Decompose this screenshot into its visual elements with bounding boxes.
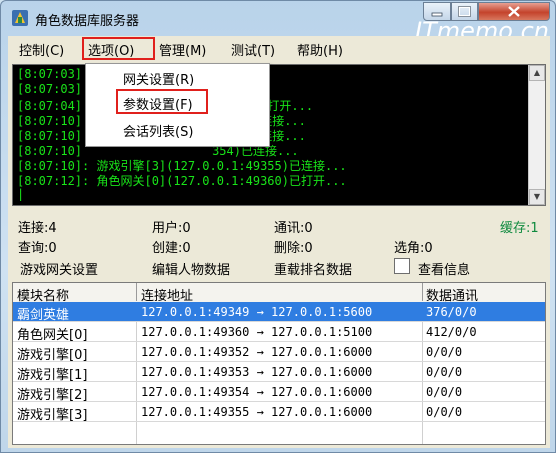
cell-address: 127.0.0.1:49349 → 127.0.0.1:5600 bbox=[141, 305, 373, 319]
menu-manage[interactable]: 管理(M) bbox=[159, 40, 206, 59]
chevron-up-icon: ▲ bbox=[533, 68, 541, 77]
cell-module: 霸剑英雄 bbox=[17, 308, 70, 323]
cell-module: 游戏引擎[3] bbox=[17, 408, 88, 423]
cell-address: 127.0.0.1:49355 → 127.0.0.1:6000 bbox=[141, 405, 373, 419]
log-line: [8:07:03] bbox=[17, 82, 83, 96]
cell-address: 127.0.0.1:49352 → 127.0.0.1:6000 bbox=[141, 345, 373, 359]
reload-ranking-button[interactable]: 重载排名数据 bbox=[274, 259, 352, 278]
view-info-label: 查看信息 bbox=[418, 263, 471, 278]
cell-address: 127.0.0.1:49354 → 127.0.0.1:6000 bbox=[141, 385, 373, 399]
menu-item-session-list[interactable]: 会话列表(S) bbox=[123, 121, 193, 140]
menu-help[interactable]: 帮助(H) bbox=[297, 40, 343, 59]
cell-address: 127.0.0.1:49353 → 127.0.0.1:6000 bbox=[141, 365, 373, 379]
parameter-settings-highlight bbox=[116, 89, 208, 114]
scroll-up-button[interactable]: ▲ bbox=[529, 65, 545, 81]
cell-module: 角色网关[0] bbox=[17, 328, 88, 343]
menu-control[interactable]: 控制(C) bbox=[19, 40, 64, 59]
app-icon bbox=[12, 10, 28, 26]
cell-module: 游戏引擎[1] bbox=[17, 368, 88, 383]
options-dropdown-menu: 网关设置(R) 参数设置(F) 会话列表(S) bbox=[85, 63, 270, 147]
title-bar[interactable]: 角色数据库服务器 ITmemo.cn bbox=[1, 1, 555, 45]
table-row[interactable]: 游戏引擎[3] 127.0.0.1:49355 → 127.0.0.1:6000… bbox=[13, 402, 545, 423]
scroll-down-button[interactable]: ▼ bbox=[529, 189, 545, 205]
table-row[interactable]: 角色网关[0] 127.0.0.1:49360 → 127.0.0.1:5100… bbox=[13, 322, 545, 343]
table-header: 模块名称 连接地址 数据通讯 bbox=[13, 283, 545, 304]
cell-data: 0/0/0 bbox=[426, 385, 463, 399]
view-info-checkbox[interactable] bbox=[394, 258, 410, 274]
app-window: 角色数据库服务器 ITmemo.cn 控制(C) 选项(O) 管理(M) 测试(… bbox=[0, 0, 556, 453]
cell-data: 0/0/0 bbox=[426, 365, 463, 379]
game-gateway-settings-button[interactable]: 游戏网关设置 bbox=[20, 259, 98, 278]
column-divider[interactable] bbox=[136, 283, 137, 301]
log-line: [8:07:03] bbox=[17, 67, 83, 81]
stat-deleted: 删除:0 bbox=[274, 241, 313, 256]
cell-module: 游戏引擎[0] bbox=[17, 348, 88, 363]
stat-connections: 连接:4 bbox=[18, 221, 57, 236]
stat-created: 创建:0 bbox=[152, 241, 191, 256]
stat-selected: 选角:0 bbox=[394, 241, 433, 256]
log-cursor: | bbox=[17, 187, 25, 201]
console-scrollbar[interactable]: ▲ ▼ bbox=[528, 65, 545, 205]
edit-character-data-button[interactable]: 编辑人物数据 bbox=[152, 259, 230, 278]
chevron-down-icon: ▼ bbox=[533, 192, 541, 201]
table-row[interactable]: 游戏引擎[0] 127.0.0.1:49352 → 127.0.0.1:6000… bbox=[13, 342, 545, 363]
options-menu-highlight bbox=[82, 37, 155, 60]
cell-address: 127.0.0.1:49360 → 127.0.0.1:5100 bbox=[141, 325, 373, 339]
stat-cache: 缓存:1 bbox=[500, 221, 539, 236]
module-table: 模块名称 连接地址 数据通讯 霸剑英雄 127.0.0.1:49349 → 12… bbox=[12, 282, 546, 445]
stat-queries: 查询:0 bbox=[18, 241, 57, 256]
stat-communication: 通讯:0 bbox=[274, 221, 313, 236]
cell-data: 412/0/0 bbox=[426, 325, 477, 339]
window-title: 角色数据库服务器 bbox=[35, 14, 140, 29]
table-row[interactable]: 游戏引擎[1] 127.0.0.1:49353 → 127.0.0.1:6000… bbox=[13, 362, 545, 383]
menu-bar: 控制(C) 选项(O) 管理(M) 测试(T) 帮助(H) bbox=[8, 36, 550, 62]
menu-item-gateway-settings[interactable]: 网关设置(R) bbox=[123, 69, 194, 88]
table-row[interactable]: 霸剑英雄 127.0.0.1:49349 → 127.0.0.1:5600 37… bbox=[13, 302, 545, 323]
cell-data: 0/0/0 bbox=[426, 345, 463, 359]
client-area: 控制(C) 选项(O) 管理(M) 测试(T) 帮助(H) [8:07:03] … bbox=[8, 36, 550, 448]
stat-users: 用户:0 bbox=[152, 221, 191, 236]
cell-module: 游戏引擎[2] bbox=[17, 388, 88, 403]
cell-data: 0/0/0 bbox=[426, 405, 463, 419]
menu-test[interactable]: 测试(T) bbox=[231, 40, 275, 59]
column-divider[interactable] bbox=[422, 283, 423, 301]
table-row[interactable]: 游戏引擎[2] 127.0.0.1:49354 → 127.0.0.1:6000… bbox=[13, 382, 545, 403]
log-line: [8:07:12]: 角色网关[0](127.0.0.1:49360)已打开..… bbox=[17, 174, 347, 188]
cell-data: 376/0/0 bbox=[426, 305, 477, 319]
